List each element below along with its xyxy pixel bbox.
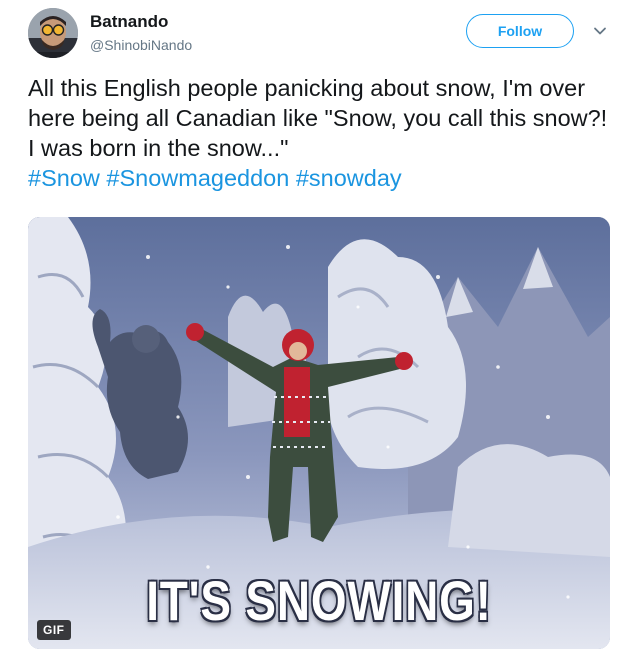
hashtag-list: #Snow #Snowmageddon #snowday	[28, 163, 618, 193]
avatar[interactable]	[28, 8, 78, 58]
gif-badge: GIF	[37, 620, 71, 640]
display-name[interactable]: Batnando	[90, 12, 192, 32]
gif-caption: IT'S SNOWING!	[146, 569, 492, 632]
tweet-text: All this English people panicking about …	[28, 73, 618, 193]
hashtag-snowmageddon[interactable]: #Snowmageddon	[106, 165, 289, 191]
author-names: Batnando @ShinobiNando	[90, 12, 192, 55]
gif-media[interactable]: IT'S SNOWING! GIF	[28, 217, 610, 649]
tweet-header: Batnando @ShinobiNando Follow	[28, 8, 618, 60]
follow-button[interactable]: Follow	[466, 14, 574, 48]
chevron-down-icon[interactable]	[593, 24, 607, 38]
tweet-card: Batnando @ShinobiNando Follow All this E…	[0, 0, 634, 656]
tweet-body: All this English people panicking about …	[28, 75, 608, 161]
avatar-image	[28, 8, 78, 58]
hashtag-snowday[interactable]: #snowday	[296, 165, 402, 191]
hashtag-snow[interactable]: #Snow	[28, 165, 100, 191]
user-handle[interactable]: @ShinobiNando	[90, 35, 192, 55]
